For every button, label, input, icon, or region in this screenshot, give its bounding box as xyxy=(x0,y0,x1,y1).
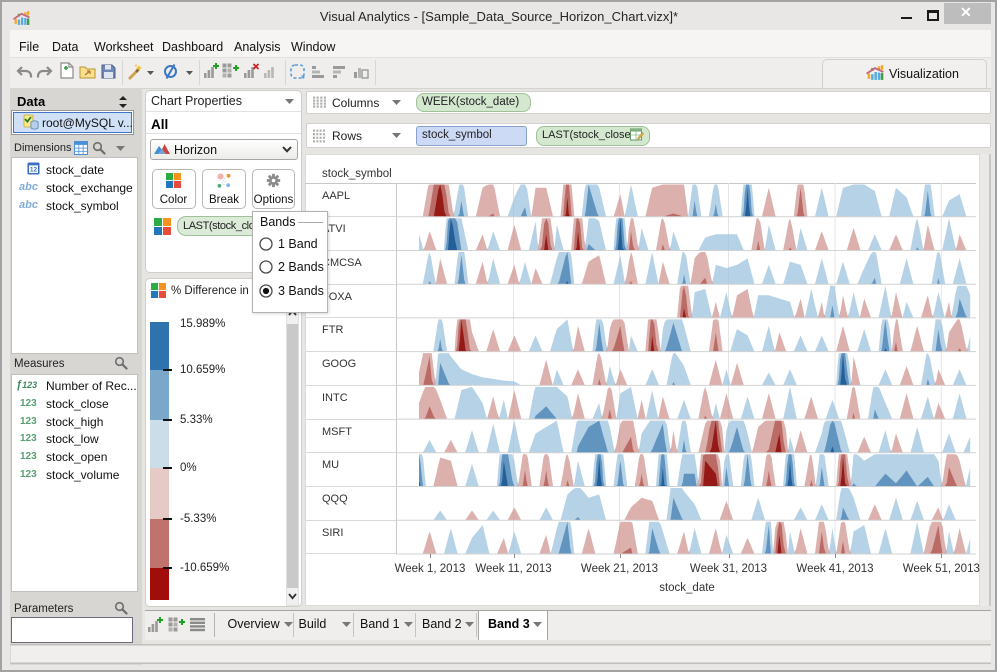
svg-text:12: 12 xyxy=(30,166,38,173)
